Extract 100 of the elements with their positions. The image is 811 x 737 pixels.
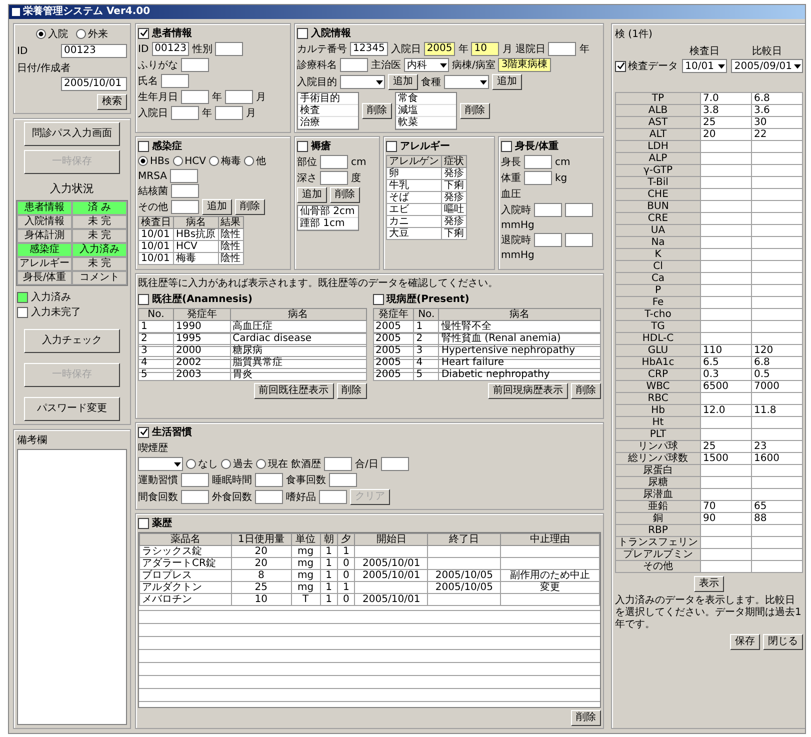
list-item[interactable]: 治療 bbox=[298, 117, 358, 129]
input-field[interactable] bbox=[171, 184, 199, 198]
search-button[interactable]: 検索 bbox=[97, 94, 127, 110]
checkbox[interactable] bbox=[138, 140, 149, 152]
checkbox-option[interactable]: 検査データ bbox=[615, 59, 678, 73]
list-box[interactable]: 仙骨部 2cm 踵部 1cm bbox=[297, 205, 359, 231]
checkbox[interactable] bbox=[138, 518, 149, 528]
button[interactable]: 追加 bbox=[202, 199, 232, 215]
list-item[interactable]: 検査 bbox=[298, 105, 358, 117]
input-field[interactable] bbox=[524, 155, 552, 169]
input-field[interactable]: 00123 bbox=[61, 44, 127, 58]
button[interactable]: 前回現病歴表示 bbox=[488, 383, 568, 399]
radio-option[interactable]: HBs bbox=[138, 156, 170, 166]
radio-option[interactable]: 他 bbox=[244, 154, 266, 168]
checkbox[interactable] bbox=[138, 28, 149, 38]
radio-button[interactable] bbox=[256, 459, 266, 469]
input-field[interactable]: 3階東病棟 bbox=[498, 58, 551, 72]
button[interactable]: 追加 bbox=[492, 74, 522, 90]
radio-button[interactable] bbox=[172, 156, 183, 166]
input-field[interactable] bbox=[171, 106, 199, 120]
button[interactable]: 追加 bbox=[388, 74, 418, 90]
list-item[interactable]: 減塩 bbox=[396, 105, 456, 117]
dropdown[interactable] bbox=[340, 75, 385, 89]
radio-option[interactable]: 外来 bbox=[76, 27, 108, 41]
input-field[interactable] bbox=[181, 90, 209, 104]
input-field[interactable] bbox=[319, 490, 347, 504]
input-field[interactable] bbox=[340, 58, 368, 72]
checkbox[interactable] bbox=[386, 140, 397, 152]
list-item[interactable]: 手術目的 bbox=[298, 93, 358, 105]
input-field[interactable] bbox=[181, 490, 209, 504]
button[interactable]: 追加 bbox=[297, 187, 327, 203]
checkbox[interactable] bbox=[501, 140, 512, 152]
checkbox[interactable] bbox=[297, 28, 308, 38]
input-field[interactable] bbox=[181, 473, 209, 487]
input-field[interactable] bbox=[215, 42, 244, 56]
input-field[interactable]: 00123 bbox=[152, 42, 190, 56]
input-field[interactable] bbox=[324, 457, 352, 471]
input-field[interactable] bbox=[534, 203, 562, 217]
input-field[interactable] bbox=[565, 203, 593, 217]
checkbox[interactable] bbox=[138, 426, 149, 438]
input-field[interactable] bbox=[255, 490, 283, 504]
radio-option[interactable]: 梅毒 bbox=[208, 154, 241, 168]
list-item[interactable]: 軟菜 bbox=[396, 117, 456, 129]
button[interactable]: 削除 bbox=[571, 383, 601, 399]
button[interactable]: 前回既往歴表示 bbox=[254, 383, 334, 399]
button[interactable]: 保存 bbox=[730, 634, 760, 650]
delete-button[interactable]: 削除 bbox=[571, 710, 601, 726]
input-field[interactable]: 10 bbox=[471, 42, 500, 56]
nav-button[interactable]: 問診パス入力画面 bbox=[24, 122, 120, 146]
input-field[interactable] bbox=[170, 169, 198, 183]
action-button[interactable]: パスワード変更 bbox=[24, 397, 120, 421]
radio-option[interactable]: 入院 bbox=[36, 27, 68, 41]
input-field[interactable] bbox=[181, 58, 209, 72]
button[interactable]: 削除 bbox=[362, 103, 392, 119]
radio-option[interactable]: なし bbox=[186, 457, 218, 471]
radio-button[interactable] bbox=[76, 29, 86, 39]
dropdown[interactable]: 2005/09/01 bbox=[731, 59, 803, 73]
button[interactable]: 閉じる bbox=[763, 634, 803, 650]
input-field[interactable] bbox=[524, 171, 552, 185]
button[interactable]: 削除 bbox=[336, 383, 366, 399]
input-field[interactable] bbox=[381, 457, 410, 471]
button[interactable]: 削除 bbox=[330, 187, 360, 203]
input-field[interactable] bbox=[548, 42, 576, 56]
input-field[interactable]: 2005 bbox=[424, 42, 456, 56]
button[interactable]: 削除 bbox=[235, 199, 265, 215]
action-button[interactable]: 入力チェック bbox=[24, 329, 120, 353]
checkbox[interactable] bbox=[138, 294, 149, 304]
input-field[interactable] bbox=[255, 473, 283, 487]
radio-button[interactable] bbox=[36, 29, 46, 39]
radio-button[interactable] bbox=[221, 459, 231, 469]
input-field[interactable] bbox=[320, 155, 348, 169]
list-box[interactable]: 常食 減塩 軟菜 bbox=[395, 92, 457, 130]
show-button[interactable]: 表示 bbox=[694, 576, 724, 592]
list-item[interactable]: 仙骨部 2cm bbox=[298, 206, 358, 218]
radio-option[interactable]: HCV bbox=[172, 156, 206, 166]
input-field[interactable] bbox=[320, 171, 348, 185]
input-field[interactable] bbox=[215, 106, 243, 120]
checkbox[interactable] bbox=[372, 294, 384, 304]
checkbox[interactable] bbox=[297, 140, 308, 152]
input-field[interactable] bbox=[161, 74, 189, 88]
input-field[interactable] bbox=[225, 90, 253, 104]
button[interactable]: 削除 bbox=[460, 103, 490, 119]
radio-button[interactable] bbox=[138, 156, 148, 166]
input-field[interactable] bbox=[171, 200, 199, 214]
input-field[interactable] bbox=[534, 233, 562, 247]
radio-option[interactable]: 過去 bbox=[221, 457, 253, 471]
checkbox[interactable] bbox=[615, 60, 626, 72]
input-field[interactable]: 12345 bbox=[350, 42, 388, 56]
input-field[interactable]: 2005/10/01 bbox=[61, 77, 127, 91]
radio-button[interactable] bbox=[186, 459, 196, 469]
radio-button[interactable] bbox=[208, 156, 219, 166]
radio-option[interactable]: 現在 bbox=[256, 457, 288, 471]
dropdown[interactable]: 10/01 bbox=[682, 59, 728, 73]
dropdown[interactable]: 内科 bbox=[404, 58, 449, 72]
dropdown[interactable] bbox=[138, 457, 183, 471]
list-item[interactable]: 踵部 1cm bbox=[298, 218, 358, 230]
list-item[interactable]: 常食 bbox=[396, 93, 456, 105]
list-box[interactable]: 手術目的 検査 治療 bbox=[297, 92, 359, 130]
radio-button[interactable] bbox=[244, 156, 254, 166]
input-field[interactable] bbox=[329, 473, 357, 487]
